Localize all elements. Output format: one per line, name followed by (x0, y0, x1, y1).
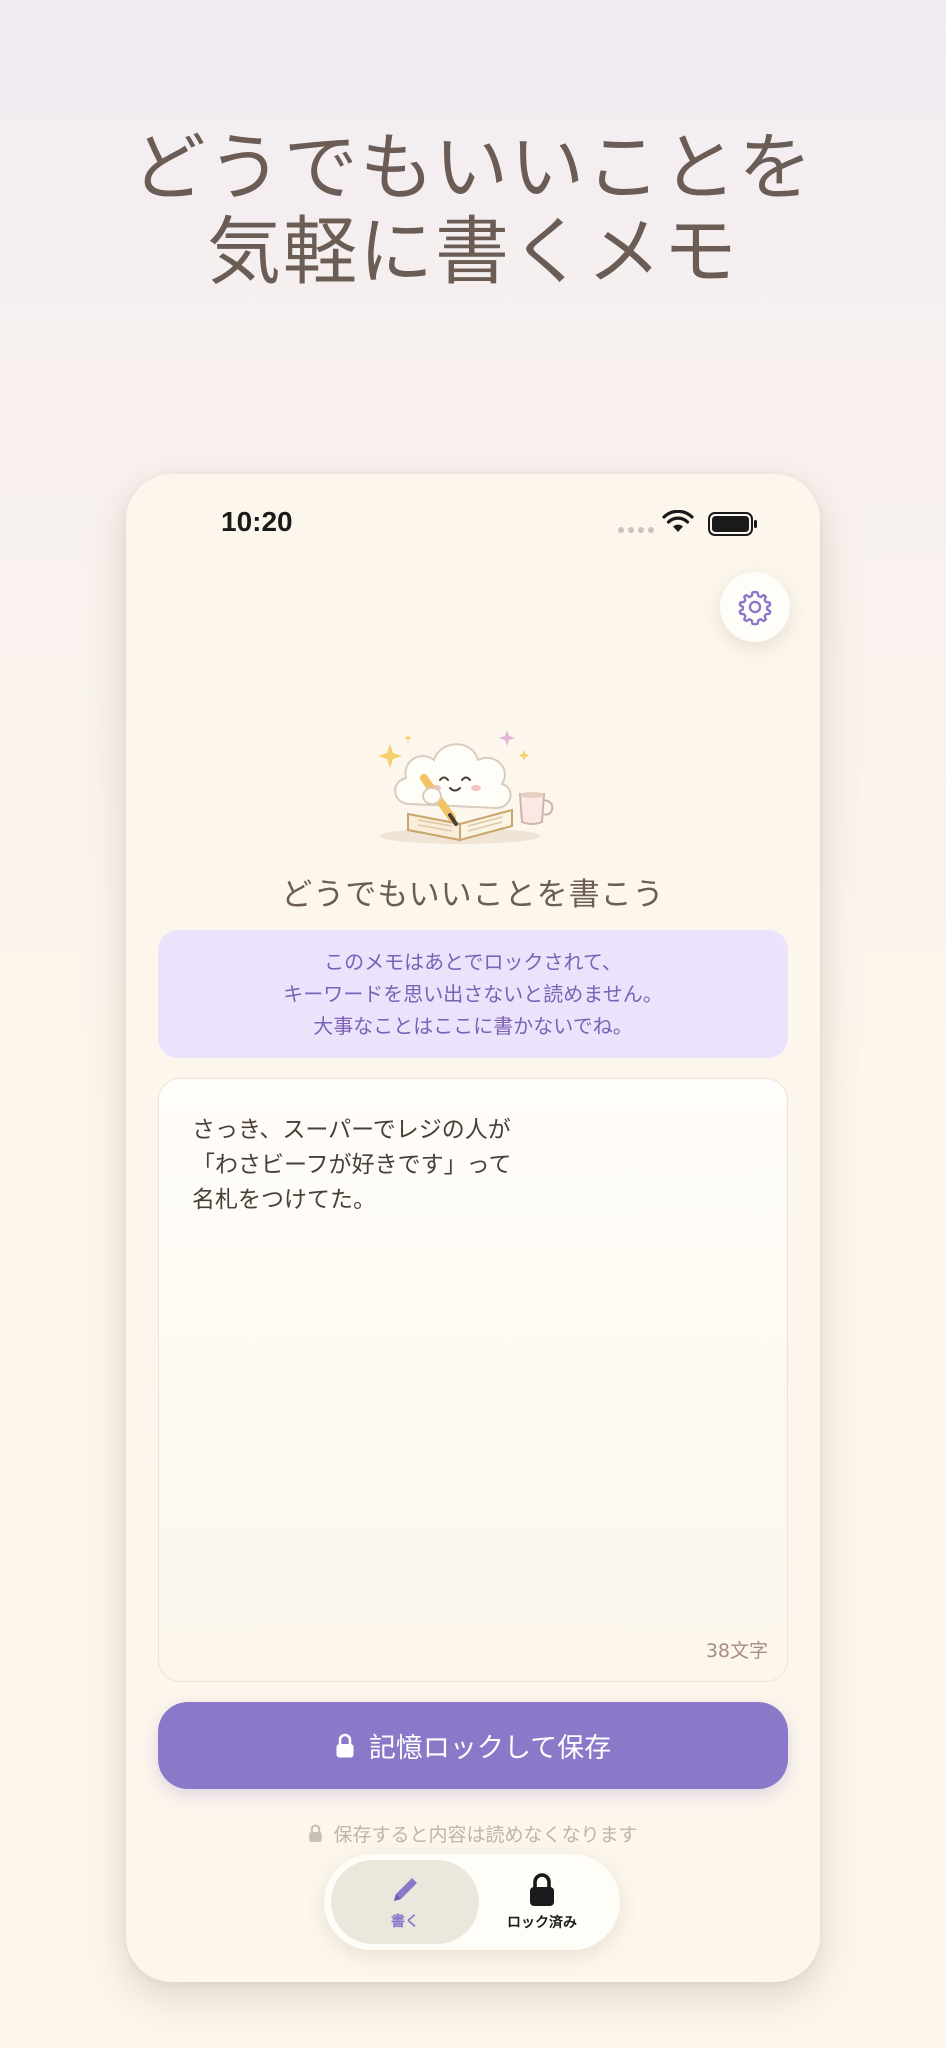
notice-line: 大事なことはここに書かないでね。 (313, 1014, 633, 1038)
headline-line-2: 気軽に書くメモ (207, 209, 739, 295)
lock-and-save-button[interactable]: 記憶ロックして保存 (158, 1702, 788, 1789)
tab-bar: 書く ロック済み (324, 1854, 620, 1950)
headline-line-1: どうでもいいことを (131, 125, 815, 211)
cloud-mascot-illustration (378, 730, 554, 844)
pencil-icon (394, 1878, 417, 1901)
coffee-cup-icon (518, 792, 554, 825)
lock-icon (309, 1824, 323, 1842)
status-time: 10:20 (221, 506, 293, 537)
tab-label: ロック済み (507, 1915, 577, 1931)
save-hint: 保存すると内容は読めなくなります (126, 1820, 820, 1847)
wifi-icon (662, 510, 694, 532)
memo-line: さっき、スーパーでレジの人が (192, 1117, 511, 1143)
memo-line: 「わさビーフが好きです」って (192, 1152, 512, 1178)
cellular-signal-icon (618, 527, 654, 533)
promo-headline: どうでもいいことを 気軽に書くメモ (0, 126, 946, 294)
memo-line: 名札をつけてた。 (192, 1187, 376, 1213)
lock-icon (336, 1733, 354, 1757)
phone-screen: 10:20 どうでもいいことを書こう このメモはあとでロックされて、 キーワード… (126, 474, 820, 1982)
tab-write[interactable]: 書く (331, 1860, 479, 1944)
character-count: 38文字 (705, 1640, 768, 1662)
notice-line: このメモはあとでロックされて、 (324, 950, 622, 974)
battery-icon (708, 512, 757, 536)
tab-label: 書く (391, 1914, 419, 1930)
memo-text[interactable]: さっき、スーパーでレジの人が 「わさビーフが好きです」って 名札をつけてた。 (192, 1113, 511, 1218)
lock-icon (530, 1873, 554, 1906)
gear-icon (738, 590, 772, 626)
memo-textarea[interactable]: さっき、スーパーでレジの人が 「わさビーフが好きです」って 名札をつけてた。 3… (158, 1078, 788, 1682)
save-hint-text: 保存すると内容は読めなくなります (333, 1824, 638, 1846)
save-button-label: 記憶ロックして保存 (368, 1733, 612, 1764)
settings-button[interactable] (720, 572, 790, 642)
page-title: どうでもいいことを書こう (281, 877, 665, 913)
tab-locked[interactable]: ロック済み (468, 1860, 616, 1944)
notice-line: キーワードを思い出さないと読めません。 (283, 982, 663, 1006)
warning-notice: このメモはあとでロックされて、 キーワードを思い出さないと読めません。 大事なこ… (158, 930, 788, 1058)
